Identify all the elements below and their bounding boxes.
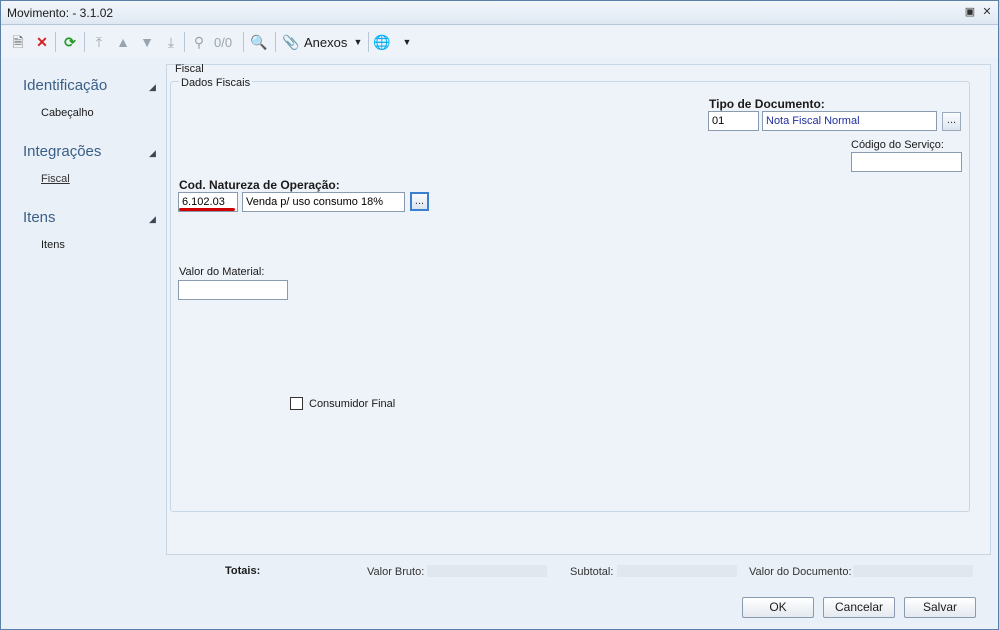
collapse-arrow-icon[interactable]: ◢ xyxy=(149,148,156,159)
sidebar-item-itens[interactable]: Itens xyxy=(41,239,65,251)
valor-material-label: Valor do Material: xyxy=(179,266,265,278)
codigo-servico-input[interactable] xyxy=(851,152,962,172)
delete-icon[interactable]: ✕ xyxy=(34,33,50,51)
section-title: Fiscal xyxy=(175,63,204,75)
ok-button[interactable]: OK xyxy=(742,597,814,618)
last-record-icon[interactable]: ⤓ xyxy=(163,33,179,51)
group-title: Dados Fiscais xyxy=(179,77,253,89)
sidebar-item-cabecalho[interactable]: Cabeçalho xyxy=(41,107,94,119)
collapse-arrow-icon[interactable]: ◢ xyxy=(149,82,156,93)
valor-bruto-field xyxy=(427,565,547,577)
binoculars-icon[interactable]: ⚲ xyxy=(190,33,208,51)
previous-record-icon[interactable]: ▲ xyxy=(115,33,131,51)
toolbar: 🗎 ✕ ⟳ ⤒ ▲ ▼ ⤓ ⚲ 0/0 🔍 📎 Anexos ▼ 🌐 ▼ xyxy=(1,26,998,58)
collapse-arrow-icon[interactable]: ◢ xyxy=(149,214,156,225)
tipo-documento-code-input[interactable]: 01 xyxy=(708,111,759,131)
natureza-operacao-label: Cod. Natureza de Operação: xyxy=(179,178,340,192)
page-counter: 0/0 xyxy=(214,35,233,50)
dados-fiscais-group xyxy=(170,81,970,512)
validation-underline xyxy=(179,208,235,211)
attachments-button[interactable]: Anexos xyxy=(304,35,347,50)
sidebar-group-itens[interactable]: Itens xyxy=(23,209,56,226)
chevron-down-icon[interactable]: ▼ xyxy=(402,33,412,51)
paperclip-icon[interactable]: 📎 xyxy=(282,33,300,51)
subtotal-field xyxy=(617,565,737,577)
consumidor-final-checkbox[interactable] xyxy=(290,397,303,410)
tipo-documento-lookup-button[interactable]: ... xyxy=(942,112,961,131)
sidebar: Identificação ◢ Cabeçalho Integrações ◢ … xyxy=(1,59,165,559)
natureza-operacao-desc-field[interactable]: Venda p/ uso consumo 18% xyxy=(242,192,405,212)
valor-material-input[interactable] xyxy=(178,280,288,300)
refresh-icon[interactable]: ⟳ xyxy=(61,33,79,51)
zoom-search-icon[interactable]: 🔍 xyxy=(250,33,268,51)
totals-label: Totais: xyxy=(225,565,261,577)
new-document-icon[interactable]: 🗎 xyxy=(10,33,26,51)
codigo-servico-label: Código do Serviço: xyxy=(851,139,944,151)
tipo-documento-desc-field[interactable]: Nota Fiscal Normal xyxy=(762,111,937,131)
tipo-documento-label: Tipo de Documento: xyxy=(709,97,825,111)
cancel-button[interactable]: Cancelar xyxy=(823,597,895,618)
save-button[interactable]: Salvar xyxy=(904,597,976,618)
restore-icon[interactable]: ▣ xyxy=(963,6,977,19)
toolbar-separator xyxy=(243,32,244,52)
title-bar: Movimento: - 3.1.02 ▣ ✕ xyxy=(1,1,998,25)
toolbar-separator xyxy=(84,32,85,52)
window-title: Movimento: - 3.1.02 xyxy=(7,6,114,20)
toolbar-separator xyxy=(368,32,369,52)
valor-documento-field xyxy=(853,565,973,577)
valor-bruto-label: Valor Bruto: xyxy=(367,566,425,578)
close-icon[interactable]: ✕ xyxy=(980,6,994,19)
natureza-operacao-lookup-button[interactable]: ... xyxy=(410,192,429,211)
chevron-down-icon[interactable]: ▼ xyxy=(353,33,363,51)
first-record-icon[interactable]: ⤒ xyxy=(91,33,107,51)
main-window: Movimento: - 3.1.02 ▣ ✕ 🗎 ✕ ⟳ ⤒ ▲ ▼ ⤓ ⚲ … xyxy=(0,0,999,630)
sidebar-group-identificacao[interactable]: Identificação xyxy=(23,77,107,94)
sidebar-group-integracoes[interactable]: Integrações xyxy=(23,143,101,160)
subtotal-label: Subtotal: xyxy=(570,566,614,578)
globe-icon[interactable]: 🌐 xyxy=(373,33,391,51)
toolbar-separator xyxy=(55,32,56,52)
valor-documento-label: Valor do Documento: xyxy=(749,566,852,578)
toolbar-separator xyxy=(275,32,276,52)
toolbar-separator xyxy=(184,32,185,52)
consumidor-final-label: Consumidor Final xyxy=(309,398,396,410)
sidebar-item-fiscal[interactable]: Fiscal xyxy=(41,173,70,185)
next-record-icon[interactable]: ▼ xyxy=(139,33,155,51)
